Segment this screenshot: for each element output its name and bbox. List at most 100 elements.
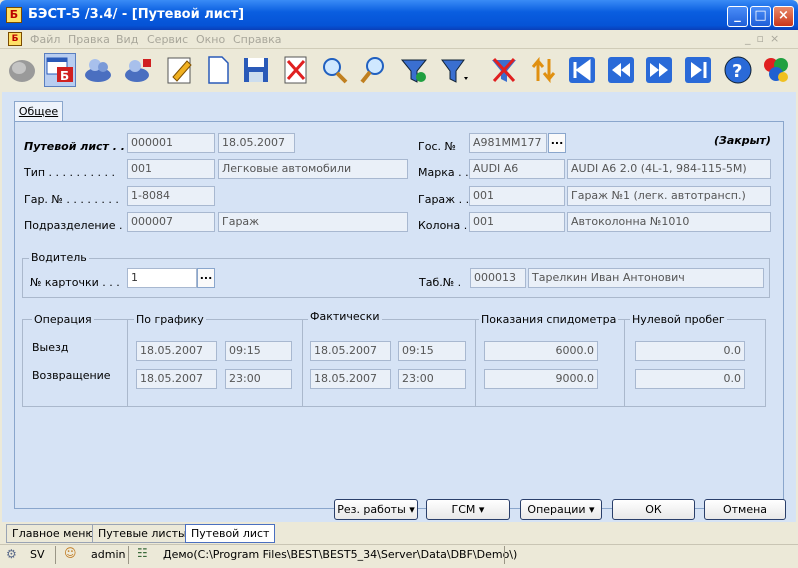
user-name: admin (91, 548, 126, 561)
maximize-button[interactable]: □ (750, 6, 771, 27)
dropdown-arrow-icon: ▾ (478, 503, 485, 516)
return-plan-time[interactable]: 23:00 (225, 369, 292, 389)
operations-group (22, 319, 766, 407)
garage-number-field[interactable]: 1-8084 (127, 186, 215, 206)
first-record-icon[interactable] (566, 53, 598, 87)
help-icon[interactable]: ? (722, 53, 754, 87)
card-field[interactable]: 1 (127, 268, 197, 288)
dropdown-arrow-icon: ▾ (409, 503, 415, 516)
status-separator (504, 546, 505, 564)
modules-icon[interactable] (760, 53, 792, 87)
garage-name-field[interactable]: Гараж №1 (легк. автотрансп.) (567, 186, 771, 206)
document-icon[interactable]: Б (8, 32, 22, 46)
operations-button-label: Операции (527, 503, 586, 516)
user-link-icon[interactable] (122, 53, 154, 87)
card-label: № карточки . . . (30, 276, 120, 289)
mdi-controls[interactable]: _▫× (745, 32, 785, 45)
results-button[interactable]: Рез. работы ▾ (334, 499, 418, 520)
search-icon[interactable] (318, 53, 350, 87)
status-text: (Закрыт) (714, 134, 771, 147)
ops-divider (302, 319, 303, 407)
tab-number-field[interactable]: 000013 (470, 268, 526, 288)
cancel-button[interactable]: Отмена (704, 499, 786, 520)
status-separator (55, 546, 56, 564)
ops-divider (624, 319, 625, 407)
cloud-icon[interactable] (6, 53, 38, 87)
garage-code-field[interactable]: 001 (469, 186, 565, 206)
menu-window[interactable]: Окно (196, 33, 225, 46)
app-icon[interactable]: Б (6, 7, 22, 23)
departure-plan-time[interactable]: 09:15 (225, 341, 292, 361)
svg-text:?: ? (732, 61, 742, 82)
previous-record-icon[interactable] (605, 53, 637, 87)
window-icon[interactable]: Б (44, 53, 76, 87)
return-zero-mileage[interactable]: 0.0 (635, 369, 745, 389)
edit-icon[interactable] (164, 53, 196, 87)
schedule-header: По графику (134, 313, 206, 326)
departure-fact-time[interactable]: 09:15 (398, 341, 466, 361)
dropdown-arrow-icon: ▾ (589, 503, 595, 516)
filter-icon[interactable] (398, 53, 430, 87)
column-code-field[interactable]: 001 (469, 212, 565, 232)
database-path: Демо(C:\Program Files\BEST\BEST5_34\Serv… (163, 548, 518, 561)
server-icon: ⚙ (6, 547, 17, 561)
brand-code-field[interactable]: AUDI A6 (469, 159, 565, 179)
actual-header: Фактически (308, 310, 382, 323)
garage-label: Гараж . . (418, 193, 470, 206)
sort-icon[interactable] (528, 53, 560, 87)
card-lookup-button[interactable]: ... (197, 268, 215, 288)
operations-button[interactable]: Операции ▾ (520, 499, 602, 520)
menu-service[interactable]: Сервис (147, 33, 188, 46)
brand-label: Марка . . (418, 166, 469, 179)
return-label: Возвращение (32, 369, 111, 382)
svg-text:Б: Б (60, 69, 69, 83)
department-name-field[interactable]: Гараж (218, 212, 408, 232)
tab-waybills[interactable]: Путевые листы (92, 524, 193, 543)
tab-general[interactable]: Общее (14, 101, 63, 122)
new-document-icon[interactable] (202, 53, 234, 87)
results-button-label: Рез. работы (337, 503, 406, 516)
users-icon[interactable] (82, 53, 114, 87)
type-code-field[interactable]: 001 (127, 159, 215, 179)
window-title: БЭСТ-5 /3.4/ - [Путевой лист] (28, 7, 245, 22)
departure-plan-date[interactable]: 18.05.2007 (136, 341, 217, 361)
minimize-button[interactable]: _ (727, 6, 748, 27)
waybill-date-field[interactable]: 18.05.2007 (218, 133, 295, 153)
save-icon[interactable] (240, 53, 272, 87)
last-record-icon[interactable] (682, 53, 714, 87)
return-odometer[interactable]: 9000.0 (484, 369, 598, 389)
delete-icon[interactable] (280, 53, 312, 87)
menu-view[interactable]: Вид (116, 33, 138, 46)
column-label: Колона . . (418, 219, 475, 232)
plate-lookup-button[interactable]: ... (548, 133, 566, 153)
ops-divider (475, 319, 476, 407)
operation-header: Операция (32, 313, 94, 326)
column-name-field[interactable]: Автоколонна №1010 (567, 212, 771, 232)
fuel-button[interactable]: ГСМ ▾ (426, 499, 510, 520)
menu-edit[interactable]: Правка (68, 33, 110, 46)
menu-file[interactable]: Файл (30, 33, 60, 46)
plate-field[interactable]: А981ММ177 (469, 133, 547, 153)
return-fact-date[interactable]: 18.05.2007 (310, 369, 391, 389)
close-button[interactable]: × (773, 6, 794, 27)
waybill-number-field[interactable]: 000001 (127, 133, 215, 153)
ok-button[interactable]: ОК (612, 499, 695, 520)
return-plan-date[interactable]: 18.05.2007 (136, 369, 217, 389)
departure-fact-date[interactable]: 18.05.2007 (310, 341, 391, 361)
menu-help[interactable]: Справка (233, 33, 281, 46)
return-fact-time[interactable]: 23:00 (398, 369, 466, 389)
type-name-field[interactable]: Легковые автомобили (218, 159, 408, 179)
clear-filter-icon[interactable] (488, 53, 520, 87)
waybill-label: Путевой лист . . (24, 140, 125, 153)
next-record-icon[interactable] (643, 53, 675, 87)
departure-zero-mileage[interactable]: 0.0 (635, 341, 745, 361)
find-icon[interactable] (358, 53, 390, 87)
departure-odometer[interactable]: 6000.0 (484, 341, 598, 361)
filter-dropdown-icon[interactable] (438, 53, 470, 87)
tab-main-menu[interactable]: Главное меню (6, 524, 101, 543)
tab-waybill[interactable]: Путевой лист (185, 524, 276, 543)
plate-label: Гос. № (418, 140, 456, 153)
driver-name-field[interactable]: Тарелкин Иван Антонович (528, 268, 764, 288)
department-code-field[interactable]: 000007 (127, 212, 215, 232)
brand-name-field[interactable]: AUDI A6 2.0 (4L-1, 984-115-5M) (567, 159, 771, 179)
